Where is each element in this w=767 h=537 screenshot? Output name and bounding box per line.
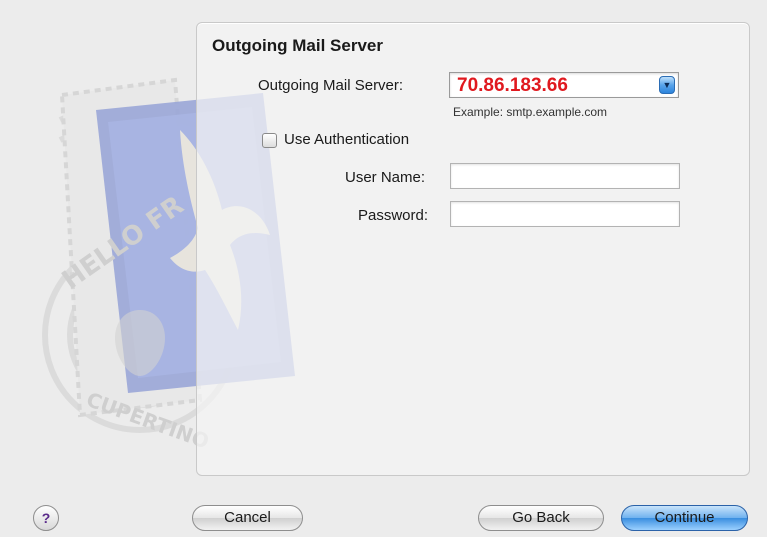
use-authentication-checkbox[interactable] bbox=[262, 133, 277, 148]
username-field[interactable] bbox=[450, 163, 680, 189]
section-title: Outgoing Mail Server bbox=[212, 36, 383, 55]
chevron-down-icon[interactable]: ▼ bbox=[659, 76, 675, 94]
go-back-button[interactable]: Go Back bbox=[478, 505, 604, 531]
username-label: User Name: bbox=[345, 169, 426, 186]
outgoing-server-value[interactable]: 70.86.183.66 bbox=[457, 75, 568, 97]
outgoing-server-label: Outgoing Mail Server: bbox=[258, 77, 404, 94]
password-field[interactable] bbox=[450, 201, 680, 227]
outgoing-server-combobox[interactable]: 70.86.183.66 ▼ bbox=[449, 72, 679, 98]
password-label: Password: bbox=[358, 207, 429, 224]
help-button[interactable]: ? bbox=[33, 505, 59, 531]
cancel-button[interactable]: Cancel bbox=[192, 505, 303, 531]
outgoing-server-hint: Example: smtp.example.com bbox=[453, 105, 608, 119]
continue-button[interactable]: Continue bbox=[621, 505, 748, 531]
use-authentication-label[interactable]: Use Authentication bbox=[284, 131, 409, 148]
